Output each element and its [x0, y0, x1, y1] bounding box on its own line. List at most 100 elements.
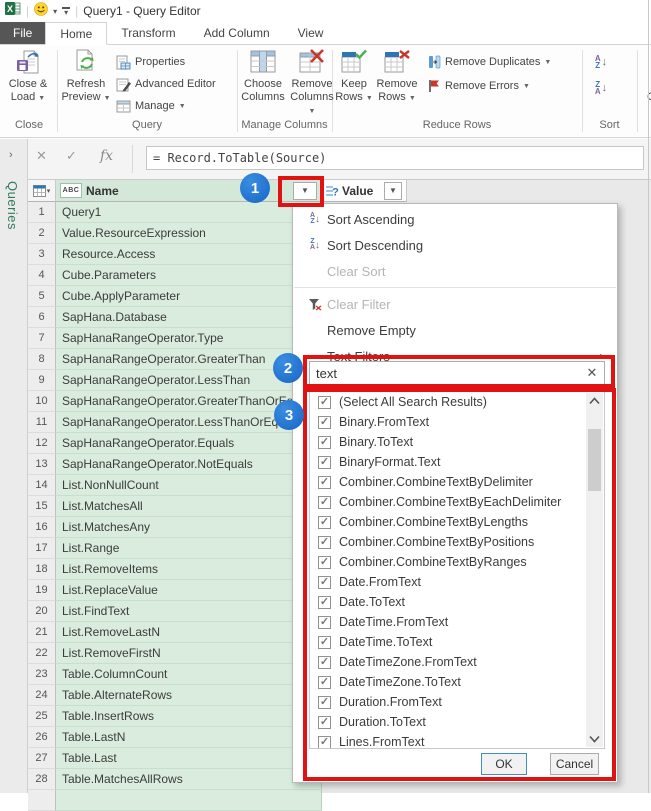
- cell-name[interactable]: List.FindText: [56, 601, 322, 622]
- filter-list-item[interactable]: ✓Lines.FromText: [310, 732, 604, 749]
- filter-list-item[interactable]: ✓DateTimeZone.ToText: [310, 672, 604, 692]
- checkbox-checked-icon[interactable]: ✓: [318, 716, 331, 729]
- cell-name[interactable]: List.Range: [56, 538, 322, 559]
- cell-name[interactable]: SapHanaRangeOperator.Type: [56, 328, 322, 349]
- checkbox-checked-icon[interactable]: ✓: [318, 736, 331, 749]
- filter-list-item[interactable]: ✓DateTimeZone.FromText: [310, 652, 604, 672]
- remove-columns-button[interactable]: RemoveColumns ▼: [286, 49, 338, 118]
- cancel-button[interactable]: Cancel: [550, 753, 599, 775]
- cell-name[interactable]: Table.AlternateRows: [56, 685, 322, 706]
- filter-list-item[interactable]: ✓(Select All Search Results): [310, 392, 604, 412]
- checkbox-checked-icon[interactable]: ✓: [318, 436, 331, 449]
- scroll-down-icon[interactable]: [586, 731, 603, 747]
- cell-name[interactable]: Table.ColumnCount: [56, 664, 322, 685]
- cell-name[interactable]: SapHanaRangeOperator.GreaterThanOrEquals: [56, 391, 322, 412]
- smiley-feedback-icon[interactable]: [34, 2, 48, 21]
- filter-list-item[interactable]: ✓DateTime.ToText: [310, 632, 604, 652]
- cell-name[interactable]: Table.LastN: [56, 727, 322, 748]
- filter-list-item[interactable]: ✓Combiner.CombineTextByRanges: [310, 552, 604, 572]
- value-filter-dropdown-button[interactable]: ▼: [384, 182, 402, 200]
- fx-icon[interactable]: fx: [100, 148, 113, 164]
- cell-name[interactable]: Resource.Access: [56, 244, 322, 265]
- cell-name[interactable]: List.RemoveFirstN: [56, 643, 322, 664]
- sort-descending-button[interactable]: ZA↓: [588, 77, 614, 99]
- cell-name[interactable]: List.MatchesAll: [56, 496, 322, 517]
- choose-columns-button[interactable]: ChooseColumns: [238, 49, 288, 104]
- filter-list-item[interactable]: ✓Combiner.CombineTextByEachDelimiter: [310, 492, 604, 512]
- cell-name[interactable]: Cube.ApplyParameter: [56, 286, 322, 307]
- filter-list-item[interactable]: ✓Combiner.CombineTextByDelimiter: [310, 472, 604, 492]
- cell-name[interactable]: List.ReplaceValue: [56, 580, 322, 601]
- filter-list-item[interactable]: ✓Duration.FromText: [310, 692, 604, 712]
- cell-name[interactable]: Table.InsertRows: [56, 706, 322, 727]
- column-header-name[interactable]: ABC Name ▼: [56, 180, 322, 202]
- filter-list-item[interactable]: ✓Binary.ToText: [310, 432, 604, 452]
- smiley-dropdown-caret-icon[interactable]: ▾: [53, 7, 57, 16]
- cell-name[interactable]: List.RemoveLastN: [56, 622, 322, 643]
- ok-button[interactable]: OK: [481, 753, 527, 775]
- menu-item-sort-ascending[interactable]: AZ↓Sort Ascending: [293, 206, 617, 232]
- checkbox-checked-icon[interactable]: ✓: [318, 656, 331, 669]
- tab-add-column[interactable]: Add Column: [190, 22, 284, 44]
- tab-file[interactable]: File: [0, 22, 45, 44]
- cell-name[interactable]: SapHanaRangeOperator.LessThanOrEquals: [56, 412, 322, 433]
- checkbox-checked-icon[interactable]: ✓: [318, 396, 331, 409]
- tab-home[interactable]: Home: [45, 22, 107, 45]
- table-select-all-button[interactable]: ▾: [28, 180, 56, 202]
- filter-list-item[interactable]: ✓Date.FromText: [310, 572, 604, 592]
- checkbox-checked-icon[interactable]: ✓: [318, 696, 331, 709]
- cell-name[interactable]: List.RemoveItems: [56, 559, 322, 580]
- properties-button[interactable]: Properties: [116, 52, 185, 72]
- list-scrollbar[interactable]: [586, 393, 603, 747]
- name-filter-dropdown-button[interactable]: ▼: [293, 182, 317, 200]
- cell-name[interactable]: SapHana.Database: [56, 307, 322, 328]
- scroll-up-icon[interactable]: [586, 393, 603, 409]
- cell-name[interactable]: SapHanaRangeOperator.LessThan: [56, 370, 322, 391]
- checkbox-checked-icon[interactable]: ✓: [318, 416, 331, 429]
- checkbox-checked-icon[interactable]: ✓: [318, 516, 331, 529]
- checkbox-checked-icon[interactable]: ✓: [318, 556, 331, 569]
- cell-name[interactable]: List.MatchesAny: [56, 517, 322, 538]
- filter-list-item[interactable]: ✓DateTime.FromText: [310, 612, 604, 632]
- scrollbar-thumb[interactable]: [588, 429, 601, 491]
- split-column-button[interactable]: SplitColumn: [640, 49, 651, 104]
- cell-name[interactable]: Table.MatchesAllRows: [56, 769, 322, 790]
- remove-duplicates-button[interactable]: Remove Duplicates ▼: [428, 52, 551, 72]
- filter-search-input[interactable]: [310, 365, 580, 382]
- cell-name[interactable]: Table.Last: [56, 748, 322, 769]
- remove-errors-button[interactable]: Remove Errors ▼: [428, 76, 530, 96]
- sort-ascending-button[interactable]: AZ↓: [588, 51, 614, 73]
- cell-name[interactable]: Query1: [56, 202, 322, 223]
- checkbox-checked-icon[interactable]: ✓: [318, 456, 331, 469]
- manage-button[interactable]: Manage ▼: [116, 96, 186, 116]
- remove-rows-button[interactable]: RemoveRows ▼: [374, 49, 420, 105]
- filter-list-item[interactable]: ✓Combiner.CombineTextByPositions: [310, 532, 604, 552]
- checkbox-checked-icon[interactable]: ✓: [318, 476, 331, 489]
- filter-list-item[interactable]: ✓Binary.FromText: [310, 412, 604, 432]
- menu-item-remove-empty[interactable]: Remove Empty: [293, 317, 617, 343]
- cell-name[interactable]: List.NonNullCount: [56, 475, 322, 496]
- filter-list-item[interactable]: ✓Combiner.CombineTextByLengths: [310, 512, 604, 532]
- customize-toolbar-icon[interactable]: ▾: [62, 7, 70, 15]
- tab-transform[interactable]: Transform: [107, 22, 189, 44]
- refresh-preview-button[interactable]: RefreshPreview ▼: [60, 49, 112, 105]
- expand-pane-icon[interactable]: ›: [9, 149, 13, 161]
- clear-search-icon[interactable]: ✕: [580, 365, 604, 381]
- filter-list-item[interactable]: ✓Date.ToText: [310, 592, 604, 612]
- tab-view[interactable]: View: [284, 22, 338, 44]
- cell-name[interactable]: Value.ResourceExpression: [56, 223, 322, 244]
- checkbox-checked-icon[interactable]: ✓: [318, 616, 331, 629]
- checkbox-checked-icon[interactable]: ✓: [318, 576, 331, 589]
- checkbox-checked-icon[interactable]: ✓: [318, 536, 331, 549]
- column-header-value[interactable]: ? Value ▼: [322, 180, 407, 202]
- menu-item-sort-descending[interactable]: ZA↓Sort Descending: [293, 232, 617, 258]
- filter-list-item[interactable]: ✓Duration.ToText: [310, 712, 604, 732]
- close-and-load-button[interactable]: Close &Load ▼: [2, 49, 54, 105]
- checkbox-checked-icon[interactable]: ✓: [318, 636, 331, 649]
- keep-rows-button[interactable]: KeepRows ▼: [334, 49, 374, 105]
- cell-name[interactable]: Cube.Parameters: [56, 265, 322, 286]
- advanced-editor-button[interactable]: Advanced Editor: [116, 74, 216, 94]
- commit-formula-icon[interactable]: ✓: [66, 148, 77, 164]
- cell-name[interactable]: SapHanaRangeOperator.Equals: [56, 433, 322, 454]
- cancel-formula-icon[interactable]: ✕: [36, 148, 47, 164]
